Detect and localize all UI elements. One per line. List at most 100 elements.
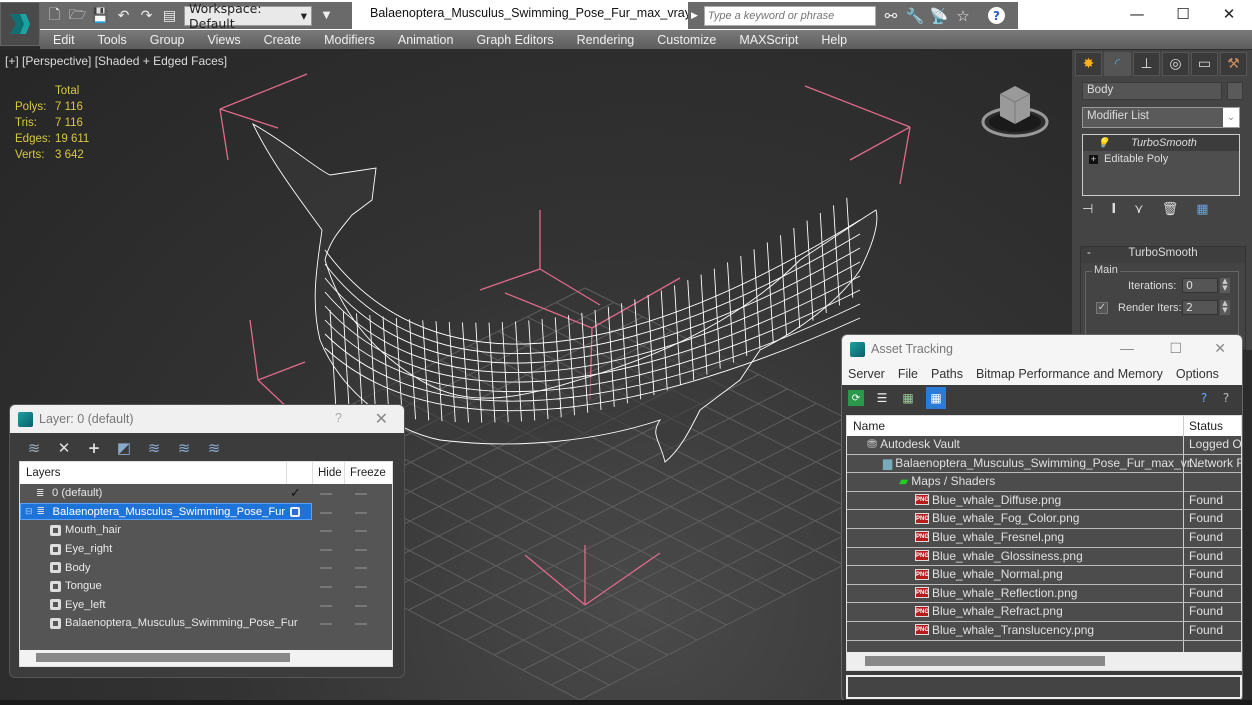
save-icon[interactable]: 💾	[92, 7, 109, 24]
expand-arrow-icon[interactable]: ▶	[691, 11, 698, 21]
hide-toggle[interactable]	[320, 567, 332, 570]
hierarchy-icon[interactable]: ⊥	[1133, 52, 1160, 76]
select-objects-icon[interactable]: ◩	[116, 439, 132, 457]
asset-row[interactable]: PNG Blue_whale_Normal.png Found	[847, 566, 1241, 585]
table-view-icon[interactable]: ▦	[926, 387, 946, 409]
menu-group[interactable]: Group	[150, 33, 185, 47]
minimize-button[interactable]: —	[1120, 340, 1134, 356]
hide-toggle[interactable]	[320, 493, 332, 495]
wrench-icon[interactable]: 🔧	[906, 7, 925, 25]
list-view-icon[interactable]: ☰	[874, 390, 890, 406]
hide-toggle[interactable]	[320, 623, 332, 626]
binoculars-icon[interactable]: ⚯	[882, 7, 900, 25]
menu-help[interactable]: Help	[821, 33, 847, 47]
create-icon[interactable]: ✸	[1075, 52, 1102, 76]
display-icon[interactable]: ▭	[1191, 52, 1218, 76]
search-input[interactable]	[703, 5, 876, 26]
hide-toggle[interactable]	[320, 548, 332, 551]
hide-toggle[interactable]	[320, 585, 332, 588]
menu-maxscript[interactable]: MAXScript	[739, 33, 798, 47]
freeze-toggle[interactable]	[355, 530, 367, 533]
viewport-label[interactable]: [+] [Perspective] [Shaded + Edged Faces]	[5, 54, 227, 68]
asset-row[interactable]: PNG Blue_whale_Reflection.png Found	[847, 585, 1241, 604]
object-color-swatch[interactable]	[1227, 82, 1243, 100]
highlight-layer-icon[interactable]: ≋	[146, 439, 162, 457]
app-menu-button[interactable]	[0, 2, 40, 46]
make-unique-icon[interactable]: ⋎	[1134, 202, 1144, 217]
asset-row[interactable]: PNG Blue_whale_Diffuse.png Found	[847, 492, 1241, 511]
column-name[interactable]: Name	[853, 419, 885, 433]
set-current-icon[interactable]	[290, 506, 300, 517]
column-freeze[interactable]: Freeze	[350, 467, 386, 479]
freeze-toggle[interactable]	[355, 567, 367, 570]
column-hide[interactable]: Hide	[318, 467, 342, 479]
spinner-arrows-icon[interactable]: ▲ ▼	[1220, 278, 1230, 293]
dialog-title-bar[interactable]: Asset Tracking — ☐ ✕	[842, 335, 1242, 363]
freeze-toggle[interactable]	[355, 493, 367, 495]
rollout-header[interactable]: - TurboSmooth	[1081, 247, 1245, 263]
modify-icon[interactable]: ◜	[1104, 52, 1131, 76]
project-folder-icon[interactable]: ▤	[161, 7, 178, 24]
menu-create[interactable]: Create	[264, 33, 302, 47]
menu-paths[interactable]: Paths	[931, 367, 963, 381]
freeze-toggle[interactable]	[355, 511, 367, 514]
asset-row[interactable]: PNG Blue_whale_Glossiness.png Found	[847, 548, 1241, 567]
lightbulb-icon[interactable]: 💡	[1097, 138, 1109, 149]
asset-path-field[interactable]	[846, 675, 1242, 699]
freeze-toggle[interactable]	[355, 585, 367, 588]
remove-modifier-icon[interactable]: 🗑	[1162, 202, 1179, 217]
layer-row[interactable]: Mouth_hair	[20, 521, 392, 540]
redo-icon[interactable]: ↷	[138, 7, 155, 24]
close-button[interactable]: ✕	[1214, 340, 1226, 357]
selected-layer-highlight[interactable]: ⊟ ≣ Balaenoptera_Musculus_Swimming_Pose_Fu…	[20, 503, 313, 521]
layer-row[interactable]: Eye_left	[20, 596, 392, 615]
dialog-title-bar[interactable]: Layer: 0 (default) ? ✕	[10, 405, 404, 433]
show-end-result-icon[interactable]: I	[1111, 202, 1116, 217]
help-button[interactable]: ?	[335, 411, 342, 425]
layer-row[interactable]: Balaenoptera_Musculus_Swimming_Pose_Fur	[20, 614, 392, 633]
current-layer-check-icon[interactable]: ✓	[290, 485, 301, 501]
layer-row[interactable]: Eye_right	[20, 540, 392, 559]
layer-row[interactable]: Tongue	[20, 577, 392, 596]
column-status[interactable]: Status	[1189, 419, 1223, 433]
freeze-toggle[interactable]	[355, 548, 367, 551]
freeze-toggle[interactable]	[355, 604, 367, 607]
undo-icon[interactable]: ↶	[115, 7, 132, 24]
layer-row[interactable]: ≣ 0 (default) ✓	[20, 484, 392, 503]
asset-row[interactable]: ⛃ Autodesk Vault Logged O	[847, 436, 1241, 455]
menu-modifiers[interactable]: Modifiers	[324, 33, 375, 47]
asset-row[interactable]: PNG Blue_whale_Translucency.png Found	[847, 622, 1241, 641]
horizontal-scrollbar[interactable]	[20, 650, 392, 666]
menu-tools[interactable]: Tools	[98, 33, 127, 47]
minimize-button[interactable]: —	[1114, 0, 1160, 28]
column-layers[interactable]: Layers	[26, 467, 61, 479]
menu-customize[interactable]: Customize	[657, 33, 716, 47]
render-iters-spinner[interactable]: 2	[1182, 300, 1218, 315]
scrollbar-thumb[interactable]	[865, 656, 1105, 666]
menu-file[interactable]: File	[898, 367, 918, 381]
close-button[interactable]: ✕	[1206, 0, 1252, 28]
expand-plus-icon[interactable]: +	[1089, 154, 1098, 164]
layer-settings-icon[interactable]: ≋	[206, 439, 222, 457]
pin-stack-icon[interactable]: ⊣	[1082, 202, 1093, 217]
customize-toolbar-icon[interactable]: ▼	[318, 7, 335, 24]
menu-views[interactable]: Views	[207, 33, 240, 47]
menu-edit[interactable]: Edit	[53, 33, 75, 47]
motion-icon[interactable]: ◎	[1162, 52, 1189, 76]
star-icon[interactable]: ☆	[954, 7, 972, 25]
satellite-icon[interactable]: 📡	[930, 7, 949, 25]
render-iters-checkbox[interactable]: ✓	[1096, 302, 1108, 314]
horizontal-scrollbar[interactable]	[847, 652, 1241, 670]
menu-options[interactable]: Options	[1176, 367, 1219, 381]
context-help-icon[interactable]: ?	[1218, 390, 1234, 406]
help-icon[interactable]: ?	[987, 7, 1005, 24]
configure-sets-icon[interactable]: ▦	[1196, 202, 1208, 217]
asset-row[interactable]: ▰ Maps / Shaders	[847, 473, 1241, 492]
menu-server[interactable]: Server	[848, 367, 885, 381]
layer-row[interactable]: Body	[20, 558, 392, 577]
refresh-icon[interactable]: ⟳	[848, 390, 864, 406]
close-button[interactable]: ✕	[375, 409, 388, 429]
asset-row[interactable]: PNG Blue_whale_Fresnel.png Found	[847, 529, 1241, 548]
workspace-dropdown[interactable]: Workspace: Default ▾	[184, 1, 312, 31]
layer-row[interactable]: ⊟ ≣ Balaenoptera_Musculus_Swimming_Pose_Fu…	[20, 503, 392, 522]
